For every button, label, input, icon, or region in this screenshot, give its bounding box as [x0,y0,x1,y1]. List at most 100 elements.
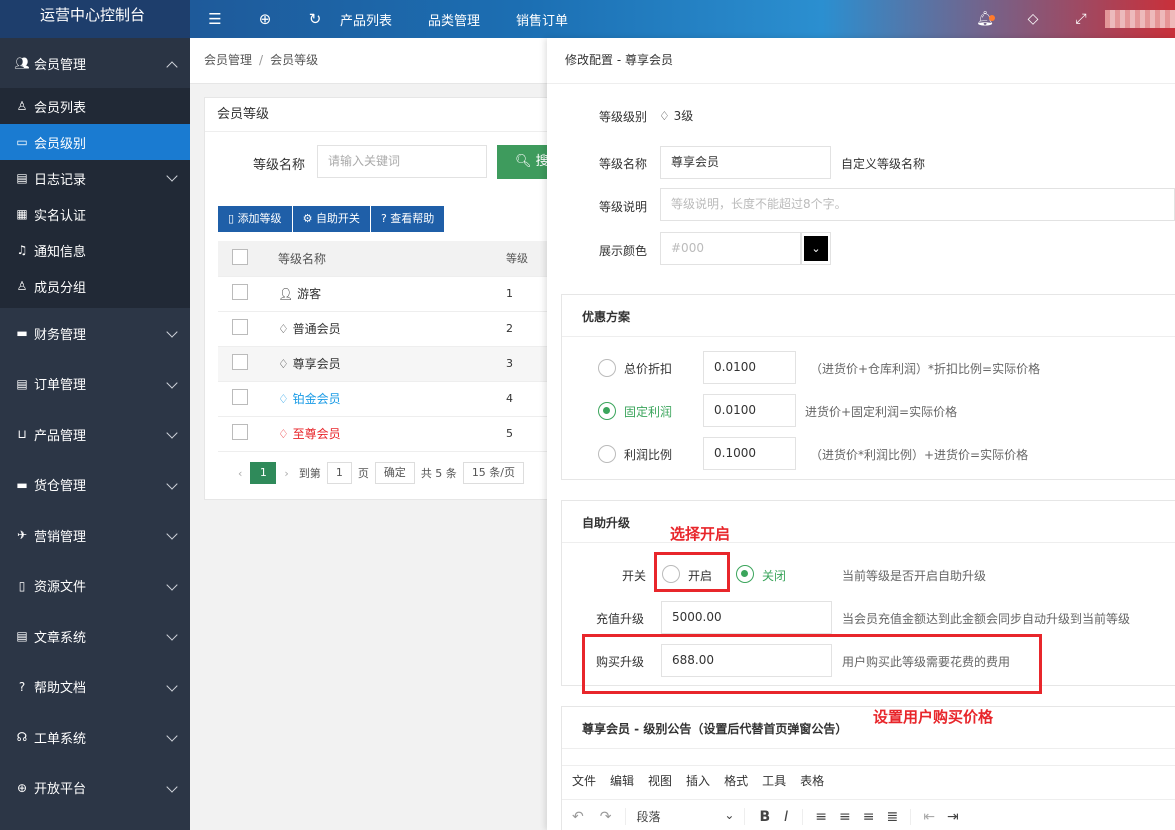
menu-file[interactable]: 文件 [572,772,596,789]
sidebar-item-member-level[interactable]: ▭ 会员级别 [0,124,190,160]
sidebar-item-realname[interactable]: ▦ 实名认证 [0,196,190,232]
menu-format[interactable]: 格式 [724,772,748,789]
profit-ratio-input[interactable]: 0.1000 [703,437,796,470]
option-hint: 进货价+固定利润=实际价格 [805,405,958,419]
sidebar-group-marketing[interactable]: ✈ 营销管理 [0,510,190,561]
outdent-icon[interactable]: ⇤ [910,808,935,825]
table-row[interactable]: 👤︎ 游客 1 [218,276,558,312]
bold-icon[interactable]: B [759,809,770,825]
bell-icon[interactable]: 🔔︎ [961,11,1009,27]
color-picker[interactable]: ⌄ [801,232,831,265]
row-name: 普通会员 [292,322,341,336]
sidebar-group-product[interactable]: ⊔ 产品管理 [0,409,190,460]
level-desc-input[interactable]: 等级说明，长度不能超过8个字。 [660,188,1175,221]
total-discount-input[interactable]: 0.0100 [703,351,796,384]
fixed-profit-input[interactable]: 0.0100 [703,394,796,427]
color-input[interactable]: #000 [660,232,801,265]
sidebar-group-article[interactable]: ▤ 文章系统 [0,611,190,662]
diamond-icon: ♢ [278,392,289,406]
align-justify-icon[interactable]: ≣ [886,809,898,825]
prev-page-icon[interactable]: ‹ [238,467,242,480]
level-name-input[interactable]: 尊享会员 [660,146,831,179]
level-value-wrap: ♢ 3级 [659,107,693,124]
table-row[interactable]: ♢ 至尊会员 5 [218,416,558,452]
add-level-button[interactable]: ▯ 添加等级 [218,206,292,232]
menu-insert[interactable]: 插入 [686,772,710,789]
breadcrumb-member[interactable]: 会员管理 [204,53,252,67]
app-title[interactable]: 运营中心控制台 [0,0,190,38]
panel-title: 会员等级 [205,98,549,132]
sidebar-group-open[interactable]: ⊕ 开放平台 [0,763,190,814]
nav-product-list[interactable]: 产品列表 [340,10,392,29]
sidebar-group-finance[interactable]: ▬ 财务管理 [0,308,190,359]
radio-total-discount[interactable] [598,359,616,377]
table-row[interactable]: ♢ 铂金会员 4 [218,381,558,417]
fullscreen-icon[interactable]: ⤢ [1057,11,1105,27]
sidebar-item-label: 会员列表 [34,100,87,116]
user-avatar[interactable] [1105,10,1175,28]
recharge-upgrade-input[interactable]: 5000.00 [661,601,832,634]
align-left-icon[interactable]: ≡ [802,808,827,825]
menu-view[interactable]: 视图 [648,772,672,789]
confirm-page-button[interactable]: 确定 [374,462,415,484]
switch-label: 开关 [622,569,647,583]
current-page[interactable]: 1 [250,462,277,484]
next-page-icon[interactable]: › [284,467,288,480]
group-icon: ♙ [16,279,28,293]
menu-table[interactable]: 表格 [800,772,824,789]
sidebar-item-group[interactable]: ♙ 成员分组 [0,268,190,304]
sidebar-group-resource[interactable]: ▯ 资源文件 [0,561,190,612]
total-count: 共 5 条 [420,467,457,480]
menu-edit[interactable]: 编辑 [610,772,634,789]
top-bar: 运营中心控制台 ☰ ⊕ ↻ 产品列表 品类管理 销售订单 🔔︎ ◇ ⤢ [0,0,1175,38]
select-all-checkbox[interactable] [232,248,248,265]
sidebar-item-member-list[interactable]: ♙ 会员列表 [0,88,190,124]
headset-icon: ☊ [16,730,28,745]
radio-fixed-profit[interactable] [598,402,616,420]
radio-upgrade-off[interactable] [736,565,754,583]
user-icon: 👤︎ [278,287,294,301]
align-center-icon[interactable]: ≡ [839,809,851,825]
row-checkbox[interactable] [232,354,248,370]
refresh-icon[interactable]: ↻ [290,10,340,28]
row-name: 尊享会员 [292,357,341,371]
radio-profit-ratio[interactable] [598,445,616,463]
option-label: 总价折扣 [624,362,673,376]
tag-icon[interactable]: ◇ [1009,11,1057,27]
sidebar-group-ticket[interactable]: ☊ 工单系统 [0,712,190,763]
edit-config-drawer: 修改配置 - 尊享会员 等级级别 ♢ 3级 等级名称 尊享会员 自定义等级名称 … [547,38,1175,830]
page-input[interactable]: 1 [326,462,352,484]
sidebar-item-label: 成员分组 [34,280,87,296]
sidebar-group-help[interactable]: ? 帮助文档 [0,662,190,713]
annotation-box-buy [582,634,1042,694]
table-row[interactable]: ♢ 尊享会员 3 [218,346,558,382]
sidebar-item-label: 实名认证 [34,208,87,224]
page-size-select[interactable]: 15 条/页 [462,462,525,484]
undo-icon[interactable]: ↶ [572,809,584,825]
self-service-toggle-button[interactable]: ⚙ 自助开关 [292,206,370,232]
sidebar-group-member[interactable]: 👥︎ 会员管理 [0,38,190,88]
sidebar-group-order[interactable]: ▤ 订单管理 [0,359,190,410]
help-button[interactable]: ? 查看帮助 [370,206,445,232]
sidebar-item-log[interactable]: ▤ 日志记录 [0,160,190,196]
italic-icon[interactable]: I [784,809,788,825]
menu-toggle-icon[interactable]: ☰ [190,10,240,28]
row-checkbox[interactable] [232,389,248,405]
nav-sales-order[interactable]: 销售订单 [516,10,568,29]
table-row[interactable]: ♢ 普通会员 2 [218,311,558,347]
search-input[interactable]: 请输入关键词 [317,145,487,178]
paragraph-select[interactable]: 段落 ⌄ [625,808,746,825]
chevron-down-icon [166,170,178,182]
redo-icon[interactable]: ↷ [600,809,612,825]
sidebar-item-notice[interactable]: ♫ 通知信息 [0,232,190,268]
menu-tools[interactable]: 工具 [762,772,786,789]
row-checkbox[interactable] [232,424,248,440]
row-checkbox[interactable] [232,319,248,335]
sidebar-group-warehouse[interactable]: ▬ 货仓管理 [0,460,190,511]
globe-icon[interactable]: ⊕ [240,10,290,28]
align-right-icon[interactable]: ≡ [863,809,875,825]
row-checkbox[interactable] [232,284,248,300]
nav-category[interactable]: 品类管理 [428,10,480,29]
row-checkbox-cell [218,381,264,417]
indent-icon[interactable]: ⇥ [947,809,959,825]
